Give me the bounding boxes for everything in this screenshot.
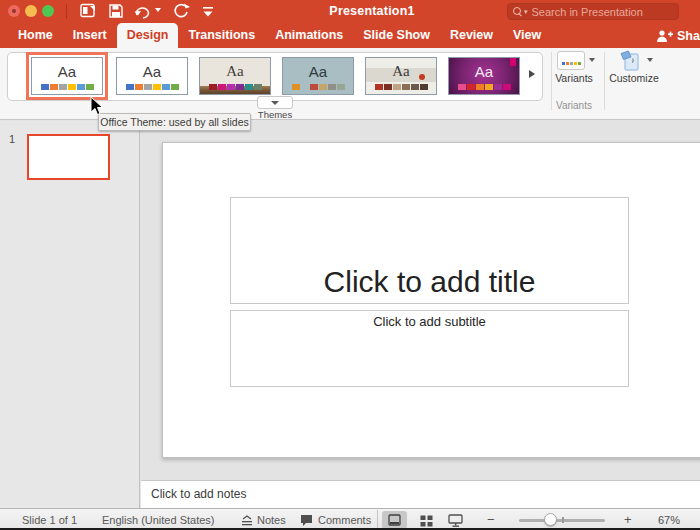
chevron-down-icon — [271, 101, 279, 105]
comments-toggle[interactable]: Comments — [318, 514, 371, 526]
theme-accent-dot — [419, 74, 425, 80]
tab-animations[interactable]: Animations — [265, 23, 353, 48]
slideshow-view-icon[interactable] — [448, 514, 463, 527]
tab-insert[interactable]: Insert — [63, 23, 117, 48]
theme-gallery: Aa Aa Aa Aa Aa Aa — [7, 52, 543, 101]
theme-color-swatches — [366, 84, 436, 90]
slide-thumbnail-panel: 1 — [0, 121, 140, 508]
theme-thumbnail[interactable]: Aa — [31, 57, 103, 95]
theme-aa-label: Aa — [475, 64, 493, 79]
share-label: Share — [677, 29, 700, 43]
gallery-next-arrow[interactable] — [529, 70, 535, 78]
variants-button[interactable] — [557, 51, 585, 70]
title-placeholder[interactable]: Click to add title — [230, 197, 629, 304]
search-icon — [513, 7, 523, 17]
ribbon: Aa Aa Aa Aa Aa Aa Themes Variants Variants Cu… — [0, 48, 700, 120]
language-status[interactable]: English (United States) — [102, 514, 215, 526]
customize-dropdown-icon[interactable] — [647, 58, 653, 62]
tooltip: Office Theme: used by all slides — [98, 113, 251, 131]
slide-sorter-view-icon[interactable] — [420, 515, 433, 527]
tab-slide-show[interactable]: Slide Show — [353, 23, 440, 48]
variants-swatches — [558, 62, 584, 65]
theme-thumbnail[interactable]: Aa — [448, 57, 520, 95]
theme-aa-label: Aa — [143, 64, 161, 79]
theme-color-swatches — [200, 84, 270, 90]
theme-aa-label: Aa — [226, 64, 244, 79]
theme-thumbnail[interactable]: Aa — [199, 57, 271, 95]
theme-aa-label: Aa — [392, 64, 410, 79]
zoom-slider-tick — [562, 517, 564, 523]
theme-aa-label: Aa — [309, 64, 327, 79]
search-scope-chevron-icon: ▾ — [524, 8, 528, 16]
zoom-out-button[interactable]: − — [487, 512, 495, 527]
variants-button-label: Variants — [550, 72, 598, 84]
variants-dropdown-icon[interactable] — [589, 58, 595, 62]
themes-group-label: Themes — [253, 109, 297, 120]
themes-gallery-expand-button[interactable] — [257, 96, 293, 109]
theme-color-swatches — [32, 84, 102, 90]
theme-color-swatches — [449, 84, 519, 90]
notes-icon — [241, 515, 253, 526]
normal-view-icon — [388, 514, 401, 526]
comments-icon — [300, 514, 313, 527]
title-bar: Presentation1 ▾ Search in Presentation — [0, 0, 700, 23]
zoom-in-button[interactable]: + — [624, 512, 632, 527]
notes-pane[interactable]: Click to add notes — [141, 480, 700, 508]
slide-number: 1 — [9, 133, 15, 145]
search-placeholder: Search in Presentation — [532, 6, 643, 18]
share-person-icon — [656, 29, 673, 43]
slide-thumbnail[interactable] — [27, 134, 110, 180]
separator — [377, 510, 378, 530]
theme-thumbnail[interactable]: Aa — [116, 57, 188, 95]
zoom-percentage[interactable]: 67% — [658, 514, 680, 526]
ribbon-tab-bar: HomeInsertDesignTransitionsAnimationsSli… — [0, 23, 700, 48]
zoom-slider-thumb[interactable] — [544, 513, 557, 526]
theme-aa-label: Aa — [58, 64, 76, 79]
tab-review[interactable]: Review — [440, 23, 503, 48]
variants-group-label: Variants — [550, 100, 598, 111]
tab-transitions[interactable]: Transitions — [178, 23, 265, 48]
slide-editor-area: Click to add title Click to add subtitle — [141, 121, 700, 480]
tab-home[interactable]: Home — [8, 23, 63, 48]
theme-color-swatches — [117, 84, 187, 90]
slide-count: Slide 1 of 1 — [22, 514, 77, 526]
subtitle-placeholder[interactable]: Click to add subtitle — [230, 310, 629, 387]
theme-corner-accent — [510, 58, 516, 66]
notes-toggle[interactable]: Notes — [257, 514, 286, 526]
search-input[interactable]: ▾ Search in Presentation — [507, 3, 679, 20]
theme-color-swatches — [283, 84, 353, 90]
theme-thumbnail[interactable]: Aa — [365, 57, 437, 95]
customize-icon[interactable] — [619, 50, 643, 71]
slide-canvas[interactable]: Click to add title Click to add subtitle — [162, 142, 700, 458]
mouse-cursor — [90, 96, 104, 116]
customize-button-label: Customize — [604, 72, 664, 84]
tab-view[interactable]: View — [503, 23, 551, 48]
status-bar: Slide 1 of 1 English (United States) Not… — [0, 508, 700, 530]
theme-thumbnail[interactable]: Aa — [282, 57, 354, 95]
share-button[interactable]: Share — [656, 23, 700, 48]
tab-design[interactable]: Design — [117, 23, 179, 48]
